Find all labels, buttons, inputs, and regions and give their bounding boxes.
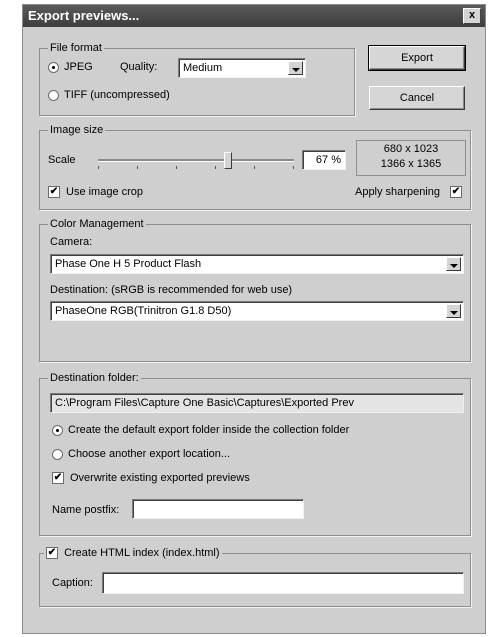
destination-profile-label: Destination: (sRGB is recommended for we… (50, 284, 293, 296)
export-previews-dialog: Export previews... x File format JPEG Qu… (22, 4, 486, 634)
camera-label: Camera: (50, 236, 93, 248)
window-title: Export previews... (28, 8, 140, 23)
name-postfix-label: Name postfix: (52, 504, 120, 516)
other-location-radio[interactable] (52, 449, 63, 460)
check-icon: ✔ (49, 186, 59, 197)
slider-thumb[interactable] (224, 152, 232, 169)
scale-slider[interactable] (98, 151, 294, 171)
caption-input[interactable] (102, 572, 464, 594)
destination-folder-legend: Destination folder: (48, 372, 141, 384)
html-index-label: Create HTML index (index.html) (64, 547, 220, 559)
jpeg-radio[interactable] (48, 62, 59, 73)
slider-tick (215, 166, 216, 169)
camera-dropdown[interactable]: Phase One H 5 Product Flash (50, 254, 464, 274)
html-index-legend: ✔ Create HTML index (index.html) (44, 547, 222, 560)
default-folder-radio[interactable] (52, 425, 63, 436)
other-location-label: Choose another export location... (68, 448, 231, 460)
quality-label: Quality: (120, 61, 158, 73)
check-icon: ✔ (53, 472, 63, 483)
html-index-checkbox[interactable]: ✔ (46, 547, 58, 560)
chevron-down-icon[interactable] (288, 61, 303, 75)
overwrite-checkbox[interactable]: ✔ (52, 472, 64, 484)
output-size-line1: 680 x 1023 (383, 143, 439, 155)
camera-value: Phase One H 5 Product Flash (55, 258, 202, 270)
output-size-box: 680 x 1023 1366 x 1365 (356, 140, 466, 176)
color-management-legend: Color Management (48, 218, 146, 230)
overwrite-label: Overwrite existing exported previews (70, 472, 250, 484)
file-format-legend: File format (48, 42, 104, 54)
destination-folder-group: Destination folder: C:\Program Files\Cap… (39, 372, 471, 536)
slider-tick (176, 166, 177, 169)
use-crop-checkbox[interactable]: ✔ (48, 186, 60, 198)
tiff-label: TIFF (uncompressed) (64, 89, 170, 101)
chevron-down-icon[interactable] (446, 304, 461, 318)
slider-tick (137, 166, 138, 169)
slider-tick (98, 166, 99, 169)
check-icon: ✔ (47, 547, 57, 559)
jpeg-label: JPEG (64, 61, 93, 73)
image-size-legend: Image size (48, 124, 106, 136)
export-button[interactable]: Export (368, 45, 466, 71)
close-icon[interactable]: x (463, 8, 481, 24)
output-size-line2: 1366 x 1365 (380, 158, 442, 170)
use-crop-label: Use image crop (66, 186, 144, 198)
title-bar: Export previews... x (23, 5, 485, 27)
html-index-group: ✔ Create HTML index (index.html) Caption… (39, 547, 471, 607)
slider-track (98, 159, 294, 162)
sharpening-checkbox[interactable]: ✔ (450, 186, 462, 198)
destination-profile-value: PhaseOne RGB(Trinitron G1.8 D50) (55, 305, 232, 317)
destination-path-field[interactable]: C:\Program Files\Capture One Basic\Captu… (50, 393, 464, 413)
destination-path: C:\Program Files\Capture One Basic\Captu… (55, 397, 354, 409)
caption-label: Caption: (52, 577, 93, 589)
name-postfix-input[interactable] (132, 499, 304, 519)
sharpening-label: Apply sharpening (354, 186, 440, 198)
chevron-down-icon[interactable] (446, 257, 461, 271)
quality-value: Medium (183, 62, 223, 74)
file-format-group: File format JPEG Quality: Medium TIFF (u… (39, 42, 355, 116)
default-folder-label: Create the default export folder inside … (68, 424, 350, 436)
slider-tick (293, 166, 294, 169)
cancel-button[interactable]: Cancel (369, 86, 465, 110)
tiff-radio[interactable] (48, 90, 59, 101)
check-icon: ✔ (451, 186, 461, 197)
quality-dropdown[interactable]: Medium (178, 58, 306, 78)
scale-label: Scale (48, 154, 76, 166)
color-management-group: Color Management Camera: Phase One H 5 P… (39, 218, 471, 362)
slider-tick (254, 166, 255, 169)
image-size-group: Image size Scale 67 % 680 x 1023 1366 x … (39, 124, 471, 210)
scale-value: 67 % (315, 154, 341, 166)
destination-profile-dropdown[interactable]: PhaseOne RGB(Trinitron G1.8 D50) (50, 301, 464, 321)
scale-value-field[interactable]: 67 % (302, 150, 346, 170)
